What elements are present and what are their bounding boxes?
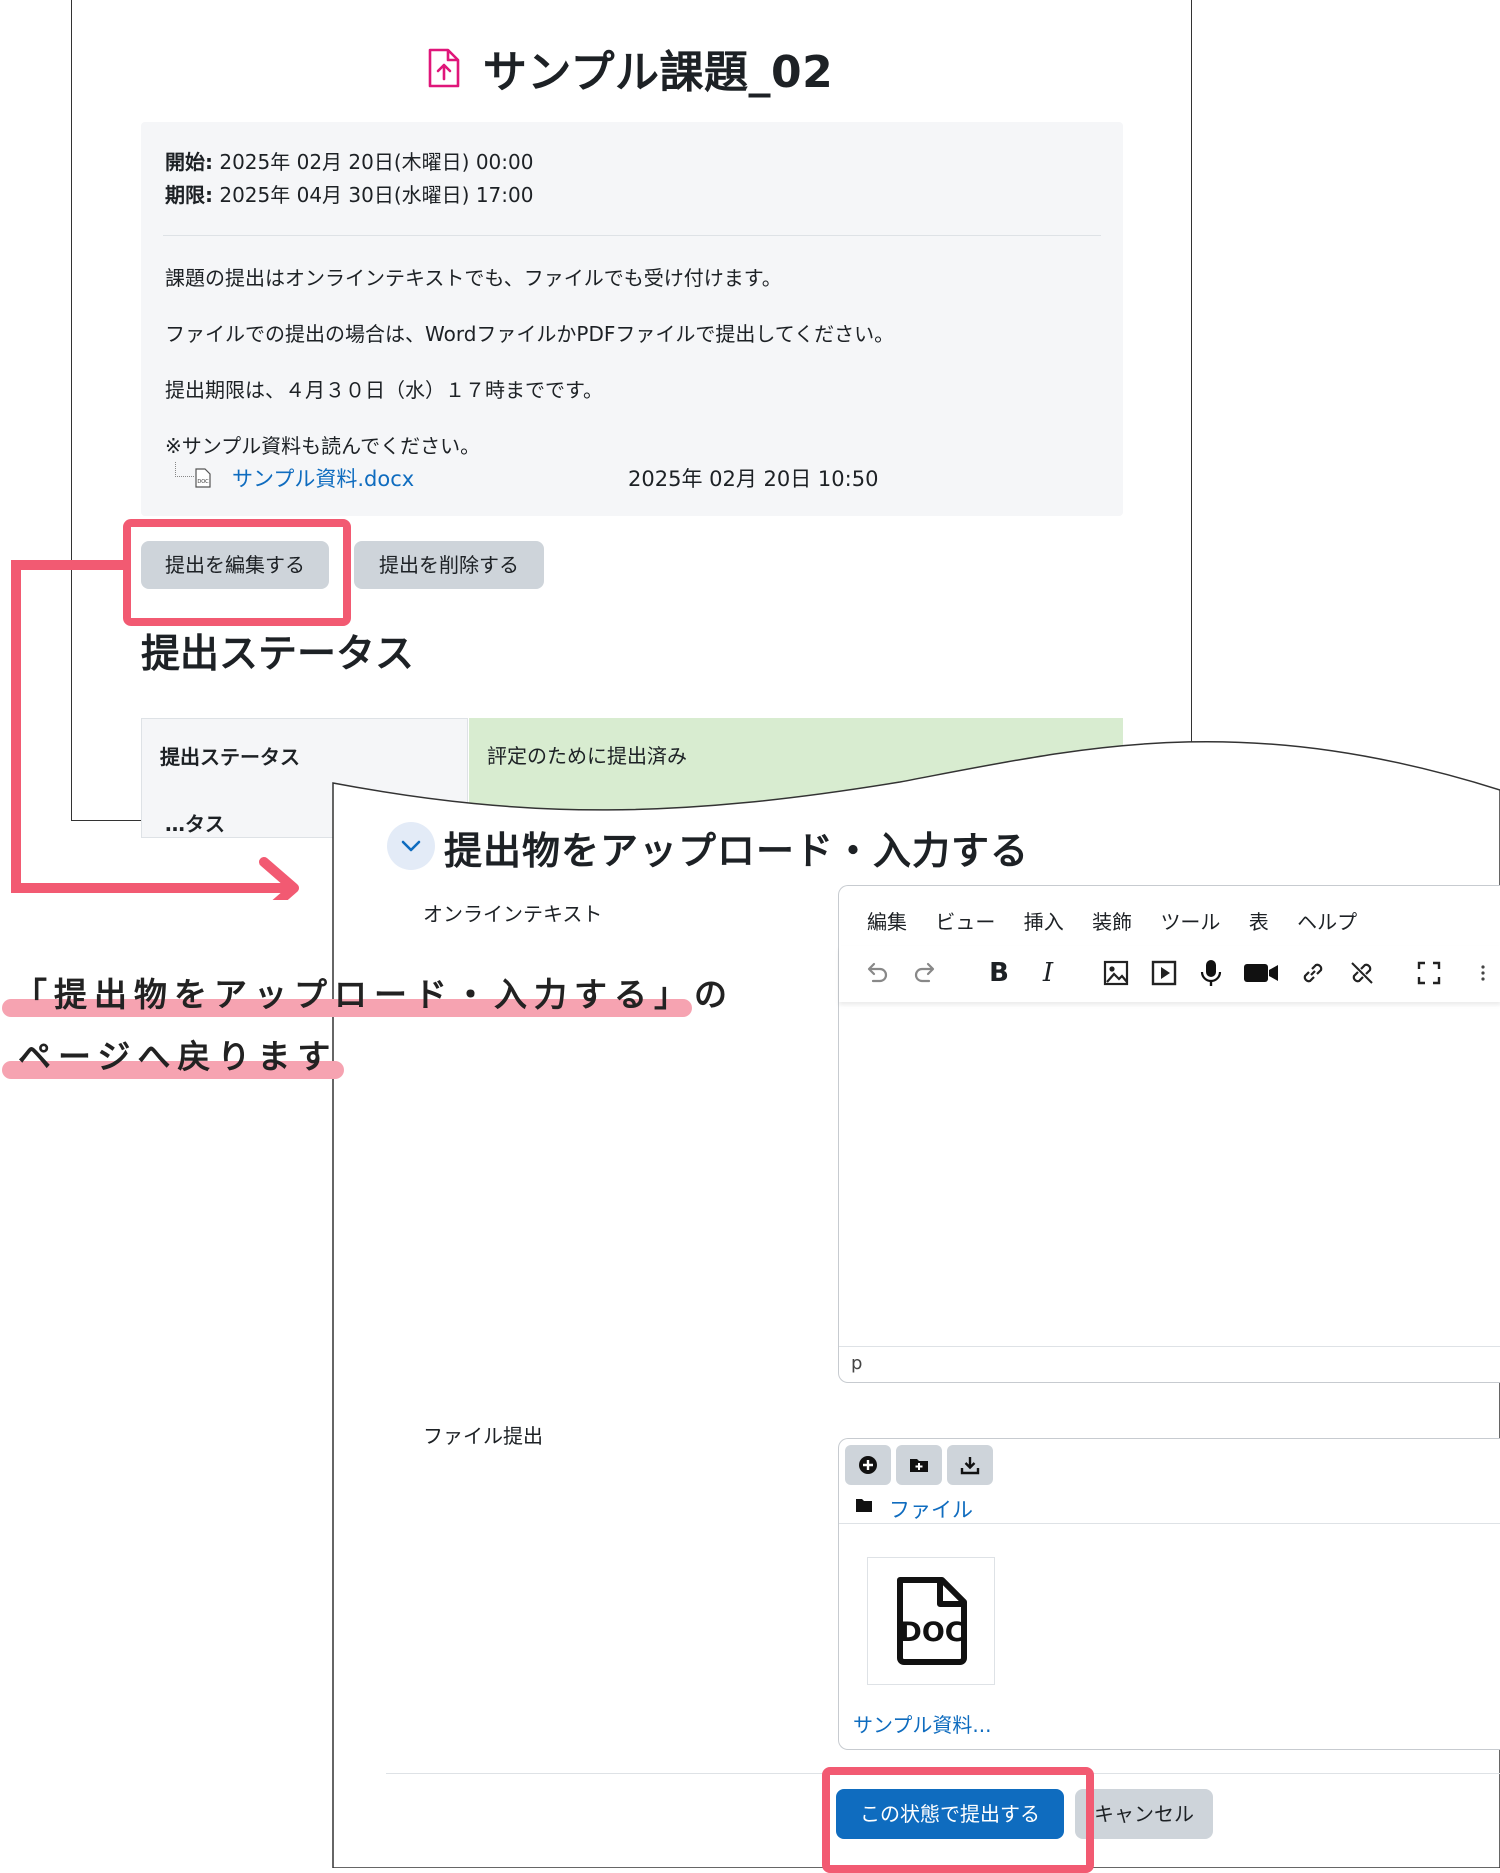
italic-icon[interactable]: I [1033, 958, 1063, 988]
menu-insert[interactable]: 挿入 [1024, 910, 1064, 934]
download-all-icon [960, 1457, 980, 1475]
fullscreen-icon[interactable] [1414, 958, 1444, 988]
divider [839, 1523, 1500, 1524]
callout-text: 「提出物をアップロード・入力する」の [14, 975, 734, 1014]
element-path: p [851, 1353, 863, 1374]
more-icon[interactable] [1475, 958, 1491, 988]
bold-icon[interactable]: B [984, 958, 1014, 988]
svg-text:DOC: DOC [899, 1617, 964, 1648]
menu-format[interactable]: 装飾 [1092, 910, 1132, 934]
chevron-down-icon [401, 840, 421, 852]
menu-table[interactable]: 表 [1249, 910, 1269, 934]
cancel-button[interactable]: キャンセル [1075, 1789, 1213, 1839]
media-icon[interactable] [1149, 958, 1179, 988]
folder-path-link[interactable]: ファイル [889, 1494, 973, 1524]
callout-text: ページへ戻ります [18, 1037, 338, 1076]
editor-toolbar: B I [839, 946, 1500, 1002]
add-file-icon [859, 1456, 877, 1474]
file-submission-label: ファイル提出 [423, 1424, 543, 1448]
microphone-icon[interactable] [1196, 958, 1226, 988]
folder-icon [856, 1499, 872, 1512]
editor-text-area[interactable] [839, 1002, 1500, 1346]
add-file-button[interactable] [845, 1445, 891, 1485]
editor-statusbar: p [839, 1346, 1500, 1383]
menu-edit[interactable]: 編集 [867, 910, 907, 934]
create-folder-icon [910, 1459, 928, 1472]
file-tile[interactable]: DOC [867, 1557, 995, 1685]
undo-icon[interactable] [861, 958, 891, 988]
video-icon[interactable] [1242, 958, 1280, 988]
image-icon[interactable] [1101, 958, 1131, 988]
file-manager: ファイル DOC サンプル資料... [838, 1438, 1500, 1750]
collapse-section-button[interactable] [387, 822, 435, 870]
online-text-label: オンラインテキスト [423, 902, 603, 926]
doc-file-icon: DOC [897, 1577, 967, 1665]
menu-help[interactable]: ヘルプ [1297, 910, 1357, 934]
rich-text-editor: 編集 ビュー 挿入 装飾 ツール 表 ヘルプ B I p [838, 885, 1500, 1383]
download-all-button[interactable] [947, 1445, 993, 1485]
unlink-icon[interactable] [1347, 958, 1377, 988]
editor-menubar: 編集 ビュー 挿入 装飾 ツール 表 ヘルプ [867, 906, 1379, 935]
file-name-link[interactable]: サンプル資料... [853, 1709, 991, 1738]
menu-tools[interactable]: ツール [1160, 910, 1220, 934]
menu-view[interactable]: ビュー [935, 910, 995, 934]
submit-button-highlight [822, 1767, 1094, 1873]
create-folder-button[interactable] [896, 1445, 942, 1485]
redo-icon[interactable] [911, 958, 941, 988]
link-icon[interactable] [1298, 958, 1328, 988]
form-section-heading: 提出物をアップロード・入力する [444, 829, 1030, 873]
callout-arrow [11, 560, 299, 900]
